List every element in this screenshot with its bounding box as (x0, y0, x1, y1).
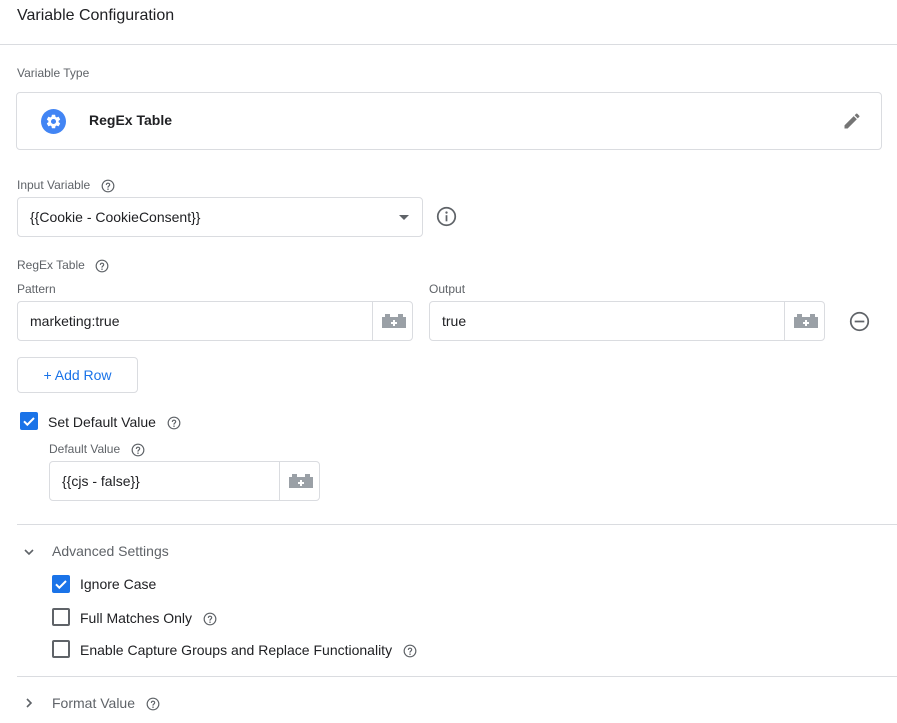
pattern-field[interactable]: marketing:true (17, 301, 413, 341)
capture-groups-checkbox[interactable] (52, 640, 70, 658)
section-divider (17, 676, 897, 677)
chevron-right-icon[interactable] (23, 696, 35, 708)
full-matches-only-label-row: Full Matches Only (80, 610, 217, 626)
gear-icon (41, 109, 66, 134)
help-icon[interactable] (146, 697, 160, 711)
capture-groups-label: Enable Capture Groups and Replace Functi… (80, 642, 393, 658)
advanced-settings-toggle[interactable]: Advanced Settings (52, 543, 169, 559)
default-value-label: Default Value (49, 442, 121, 456)
brick-icon (794, 314, 818, 328)
pencil-icon[interactable] (842, 111, 862, 131)
pattern-value: marketing:true (30, 313, 120, 329)
full-matches-only-checkbox[interactable] (52, 608, 70, 626)
default-value-value: {{cjs - false}} (62, 473, 140, 489)
help-icon[interactable] (403, 644, 417, 658)
output-value: true (442, 313, 467, 329)
pattern-header: Pattern (17, 282, 56, 296)
variable-picker-button[interactable] (279, 462, 320, 500)
input-variable-label: Input Variable (17, 178, 91, 192)
full-matches-only-label: Full Matches Only (80, 610, 193, 626)
output-header: Output (429, 282, 466, 296)
input-variable-label-row: Input Variable (17, 178, 115, 193)
chevron-down-icon[interactable] (23, 545, 35, 557)
variable-picker-button[interactable] (784, 302, 825, 340)
caret-down-icon (399, 215, 409, 220)
title-divider (0, 44, 897, 45)
add-row-button[interactable]: + Add Row (17, 357, 138, 393)
set-default-value-checkbox[interactable] (20, 412, 38, 430)
format-value-toggle-row[interactable]: Format Value (52, 695, 160, 711)
variable-type-label: Variable Type (17, 66, 90, 80)
input-variable-value: {{Cookie - CookieConsent}} (30, 209, 201, 225)
help-icon[interactable] (167, 416, 181, 430)
regex-table-label: RegEx Table (17, 258, 85, 272)
check-icon (55, 580, 67, 590)
page-title: Variable Configuration (17, 7, 175, 24)
section-divider (17, 524, 897, 525)
set-default-value-label-row: Set Default Value (48, 414, 181, 430)
variable-type-name: RegEx Table (89, 112, 172, 128)
brick-icon (382, 314, 406, 328)
help-icon[interactable] (203, 612, 217, 626)
capture-groups-label-row: Enable Capture Groups and Replace Functi… (80, 642, 417, 658)
regex-table-label-row: RegEx Table (17, 258, 109, 273)
ignore-case-label: Ignore Case (80, 576, 157, 592)
variable-type-card[interactable]: RegEx Table (16, 92, 882, 150)
set-default-value-label: Set Default Value (48, 414, 156, 430)
input-variable-select[interactable]: {{Cookie - CookieConsent}} (17, 197, 423, 237)
variable-picker-button[interactable] (372, 302, 413, 340)
brick-icon (289, 474, 313, 488)
remove-row-icon[interactable] (849, 311, 870, 332)
default-value-label-row: Default Value (49, 442, 145, 457)
output-field[interactable]: true (429, 301, 825, 341)
info-icon[interactable] (436, 206, 457, 227)
default-value-field[interactable]: {{cjs - false}} (49, 461, 320, 501)
check-icon (23, 417, 35, 427)
format-value-label: Format Value (52, 695, 135, 711)
ignore-case-checkbox[interactable] (52, 575, 70, 593)
help-icon[interactable] (131, 443, 145, 457)
help-icon[interactable] (95, 259, 109, 273)
help-icon[interactable] (101, 179, 115, 193)
